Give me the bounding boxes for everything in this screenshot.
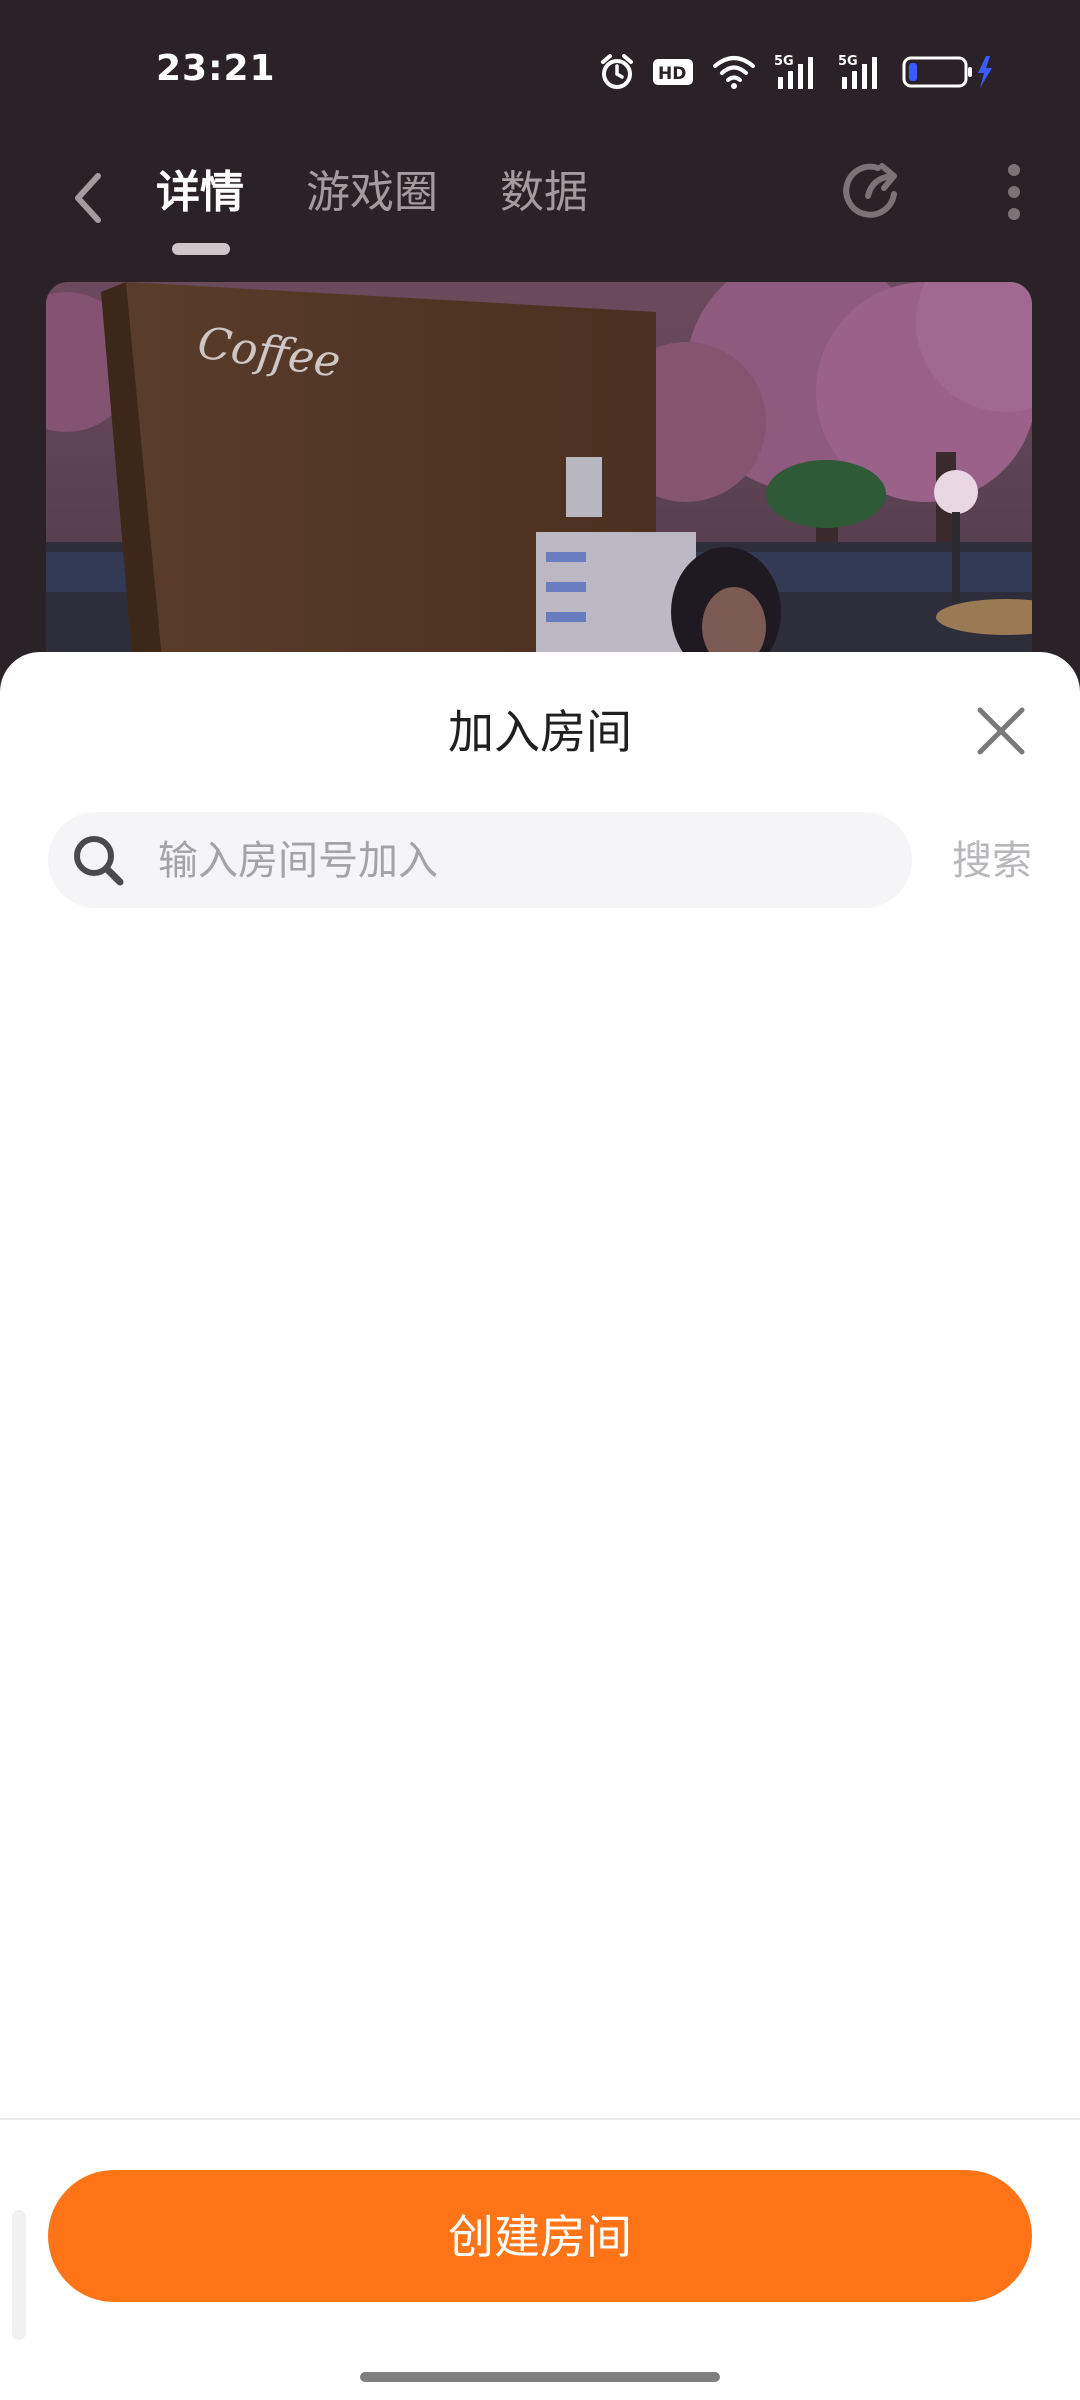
room-number-input[interactable] [156, 812, 880, 910]
tab-indicator [172, 243, 230, 255]
game-banner-image: Coffee [46, 282, 1032, 702]
tab-data[interactable]: 数据 [500, 160, 588, 226]
svg-text:5G: 5G [838, 54, 858, 69]
join-room-sheet: 加入房间 搜索 创建房间 [0, 652, 1080, 2400]
search-button[interactable]: 搜索 [952, 830, 1032, 892]
home-indicator[interactable] [360, 2372, 720, 2382]
background-page: 23:21 HD 5G 5G 详情 游戏圈 数据 Coffee [0, 0, 1080, 702]
svg-text:5G: 5G [774, 54, 794, 69]
create-room-button[interactable]: 创建房间 [48, 2170, 1032, 2302]
signal-icon-1: 5G [774, 53, 820, 91]
tab-details[interactable]: 详情 [156, 160, 244, 226]
share-icon[interactable] [838, 156, 908, 226]
sheet-title: 加入房间 [448, 705, 632, 759]
back-arrow-icon[interactable] [62, 166, 114, 230]
battery-icon [902, 54, 994, 90]
bottom-divider [0, 2118, 1080, 2120]
search-box[interactable] [48, 812, 912, 910]
alarm-icon [600, 53, 634, 91]
close-icon[interactable] [968, 698, 1034, 764]
status-icons: HD 5G 5G [600, 50, 994, 94]
side-gesture-handle [12, 2210, 26, 2340]
tab-game-circle[interactable]: 游戏圈 [306, 160, 438, 226]
search-icon [70, 832, 126, 888]
status-time: 23:21 [156, 48, 276, 89]
more-options-icon[interactable] [1006, 160, 1022, 224]
svg-text:HD: HD [658, 64, 686, 84]
top-nav-bar: 详情 游戏圈 数据 [0, 140, 1080, 260]
signal-icon-2: 5G [838, 53, 884, 91]
wifi-icon [712, 54, 756, 90]
status-bar: 23:21 HD 5G 5G [0, 0, 1080, 140]
hd-voice-icon: HD [652, 56, 694, 88]
